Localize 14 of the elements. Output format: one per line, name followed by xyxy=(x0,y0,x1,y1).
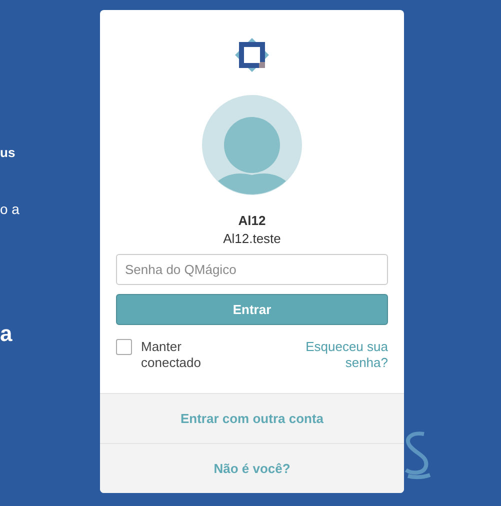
remember-label: Manter conectado xyxy=(141,339,202,371)
background-text: us xyxy=(0,146,16,159)
forgot-password-link[interactable]: Esqueceu sua senha? xyxy=(288,339,388,371)
background-text: a xyxy=(0,323,12,345)
login-button[interactable]: Entrar xyxy=(116,294,388,325)
footer-link[interactable]: Não é você? xyxy=(100,443,404,493)
footer-link[interactable]: Entrar com outra conta xyxy=(180,394,324,443)
avatar-icon xyxy=(202,95,302,195)
swash-icon xyxy=(402,430,432,480)
background-text: o a xyxy=(0,202,20,216)
password-field[interactable]: Senha do QMágico xyxy=(116,254,388,285)
username: Al12.teste xyxy=(223,231,281,246)
user-name: Al12 xyxy=(238,213,266,228)
remember-checkbox[interactable] xyxy=(116,339,132,355)
